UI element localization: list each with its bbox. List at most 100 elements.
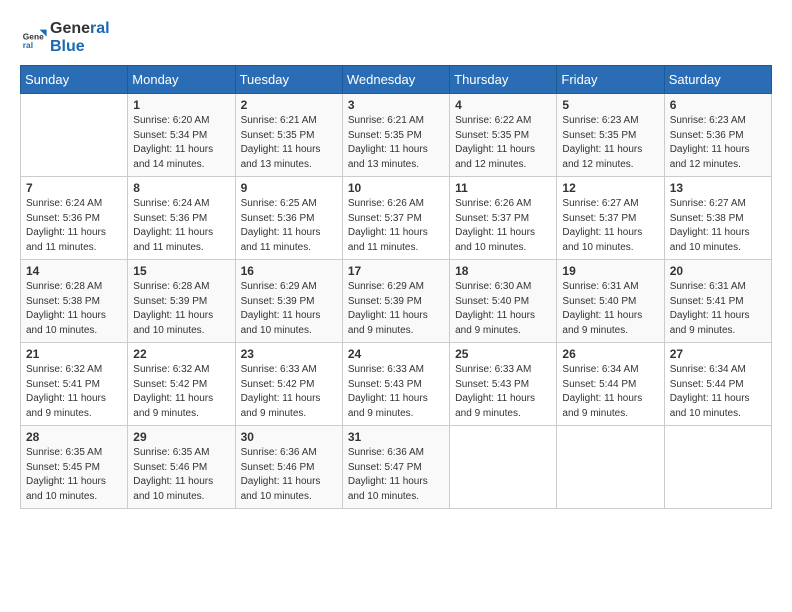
day-header-tuesday: Tuesday (235, 66, 342, 94)
sunset-text: Sunset: 5:35 PM (562, 130, 636, 141)
daylight-text: Daylight: 11 hours and 9 minutes. (241, 393, 321, 419)
day-info: Sunrise: 6:35 AM Sunset: 5:46 PM Dayligh… (133, 446, 229, 504)
sunset-text: Sunset: 5:39 PM (133, 296, 207, 307)
day-number: 11 (455, 181, 551, 195)
calendar-cell: 14 Sunrise: 6:28 AM Sunset: 5:38 PM Dayl… (21, 260, 128, 343)
calendar-cell: 25 Sunrise: 6:33 AM Sunset: 5:43 PM Dayl… (450, 343, 557, 426)
calendar-cell: 17 Sunrise: 6:29 AM Sunset: 5:39 PM Dayl… (342, 260, 449, 343)
day-info: Sunrise: 6:21 AM Sunset: 5:35 PM Dayligh… (241, 114, 337, 172)
sunrise-text: Sunrise: 6:21 AM (348, 115, 424, 126)
sunrise-text: Sunrise: 6:23 AM (562, 115, 638, 126)
day-header-thursday: Thursday (450, 66, 557, 94)
day-number: 4 (455, 98, 551, 112)
daylight-text: Daylight: 11 hours and 9 minutes. (133, 393, 213, 419)
sunrise-text: Sunrise: 6:32 AM (133, 364, 209, 375)
logo-icon: Gene ral (20, 24, 48, 52)
day-number: 24 (348, 347, 444, 361)
sunset-text: Sunset: 5:42 PM (241, 379, 315, 390)
day-info: Sunrise: 6:35 AM Sunset: 5:45 PM Dayligh… (26, 446, 122, 504)
calendar-cell: 6 Sunrise: 6:23 AM Sunset: 5:36 PM Dayli… (664, 94, 771, 177)
sunset-text: Sunset: 5:46 PM (133, 462, 207, 473)
calendar-cell: 20 Sunrise: 6:31 AM Sunset: 5:41 PM Dayl… (664, 260, 771, 343)
sunrise-text: Sunrise: 6:34 AM (562, 364, 638, 375)
daylight-text: Daylight: 11 hours and 11 minutes. (241, 227, 321, 253)
daylight-text: Daylight: 11 hours and 11 minutes. (26, 227, 106, 253)
day-number: 15 (133, 264, 229, 278)
day-number: 30 (241, 430, 337, 444)
daylight-text: Daylight: 11 hours and 12 minutes. (670, 144, 750, 170)
calendar-cell (450, 426, 557, 509)
calendar-cell: 1 Sunrise: 6:20 AM Sunset: 5:34 PM Dayli… (128, 94, 235, 177)
day-number: 10 (348, 181, 444, 195)
day-header-wednesday: Wednesday (342, 66, 449, 94)
sunrise-text: Sunrise: 6:22 AM (455, 115, 531, 126)
day-number: 2 (241, 98, 337, 112)
calendar-cell: 23 Sunrise: 6:33 AM Sunset: 5:42 PM Dayl… (235, 343, 342, 426)
daylight-text: Daylight: 11 hours and 9 minutes. (455, 310, 535, 336)
calendar-cell: 5 Sunrise: 6:23 AM Sunset: 5:35 PM Dayli… (557, 94, 664, 177)
sunrise-text: Sunrise: 6:29 AM (241, 281, 317, 292)
header: Gene ral General Blue (20, 20, 772, 55)
calendar-cell: 3 Sunrise: 6:21 AM Sunset: 5:35 PM Dayli… (342, 94, 449, 177)
sunset-text: Sunset: 5:37 PM (348, 213, 422, 224)
calendar-cell (664, 426, 771, 509)
day-info: Sunrise: 6:29 AM Sunset: 5:39 PM Dayligh… (348, 280, 444, 338)
calendar-cell: 16 Sunrise: 6:29 AM Sunset: 5:39 PM Dayl… (235, 260, 342, 343)
day-info: Sunrise: 6:25 AM Sunset: 5:36 PM Dayligh… (241, 197, 337, 255)
daylight-text: Daylight: 11 hours and 10 minutes. (455, 227, 535, 253)
day-info: Sunrise: 6:26 AM Sunset: 5:37 PM Dayligh… (348, 197, 444, 255)
sunset-text: Sunset: 5:36 PM (241, 213, 315, 224)
calendar-cell: 13 Sunrise: 6:27 AM Sunset: 5:38 PM Dayl… (664, 177, 771, 260)
week-row-3: 14 Sunrise: 6:28 AM Sunset: 5:38 PM Dayl… (21, 260, 772, 343)
day-info: Sunrise: 6:36 AM Sunset: 5:47 PM Dayligh… (348, 446, 444, 504)
sunrise-text: Sunrise: 6:36 AM (241, 447, 317, 458)
sunset-text: Sunset: 5:34 PM (133, 130, 207, 141)
sunset-text: Sunset: 5:44 PM (670, 379, 744, 390)
sunset-text: Sunset: 5:43 PM (348, 379, 422, 390)
day-info: Sunrise: 6:23 AM Sunset: 5:35 PM Dayligh… (562, 114, 658, 172)
day-info: Sunrise: 6:33 AM Sunset: 5:43 PM Dayligh… (348, 363, 444, 421)
daylight-text: Daylight: 11 hours and 9 minutes. (562, 310, 642, 336)
daylight-text: Daylight: 11 hours and 10 minutes. (670, 393, 750, 419)
sunset-text: Sunset: 5:35 PM (455, 130, 529, 141)
week-row-4: 21 Sunrise: 6:32 AM Sunset: 5:41 PM Dayl… (21, 343, 772, 426)
calendar-cell: 29 Sunrise: 6:35 AM Sunset: 5:46 PM Dayl… (128, 426, 235, 509)
sunrise-text: Sunrise: 6:23 AM (670, 115, 746, 126)
day-number: 29 (133, 430, 229, 444)
day-info: Sunrise: 6:23 AM Sunset: 5:36 PM Dayligh… (670, 114, 766, 172)
week-row-5: 28 Sunrise: 6:35 AM Sunset: 5:45 PM Dayl… (21, 426, 772, 509)
daylight-text: Daylight: 11 hours and 11 minutes. (133, 227, 213, 253)
sunrise-text: Sunrise: 6:24 AM (26, 198, 102, 209)
calendar-cell (557, 426, 664, 509)
daylight-text: Daylight: 11 hours and 10 minutes. (26, 476, 106, 502)
daylight-text: Daylight: 11 hours and 13 minutes. (241, 144, 321, 170)
day-info: Sunrise: 6:21 AM Sunset: 5:35 PM Dayligh… (348, 114, 444, 172)
sunrise-text: Sunrise: 6:21 AM (241, 115, 317, 126)
day-number: 18 (455, 264, 551, 278)
calendar-cell: 4 Sunrise: 6:22 AM Sunset: 5:35 PM Dayli… (450, 94, 557, 177)
sunset-text: Sunset: 5:38 PM (670, 213, 744, 224)
day-info: Sunrise: 6:24 AM Sunset: 5:36 PM Dayligh… (26, 197, 122, 255)
calendar-cell: 8 Sunrise: 6:24 AM Sunset: 5:36 PM Dayli… (128, 177, 235, 260)
sunset-text: Sunset: 5:39 PM (348, 296, 422, 307)
sunset-text: Sunset: 5:36 PM (133, 213, 207, 224)
daylight-text: Daylight: 11 hours and 9 minutes. (562, 393, 642, 419)
daylight-text: Daylight: 11 hours and 12 minutes. (562, 144, 642, 170)
daylight-text: Daylight: 11 hours and 10 minutes. (241, 310, 321, 336)
sunset-text: Sunset: 5:38 PM (26, 296, 100, 307)
sunset-text: Sunset: 5:35 PM (241, 130, 315, 141)
day-number: 3 (348, 98, 444, 112)
daylight-text: Daylight: 11 hours and 10 minutes. (348, 476, 428, 502)
day-number: 14 (26, 264, 122, 278)
day-number: 5 (562, 98, 658, 112)
calendar-cell: 12 Sunrise: 6:27 AM Sunset: 5:37 PM Dayl… (557, 177, 664, 260)
sunset-text: Sunset: 5:45 PM (26, 462, 100, 473)
day-number: 23 (241, 347, 337, 361)
daylight-text: Daylight: 11 hours and 10 minutes. (562, 227, 642, 253)
day-number: 20 (670, 264, 766, 278)
day-info: Sunrise: 6:22 AM Sunset: 5:35 PM Dayligh… (455, 114, 551, 172)
day-number: 1 (133, 98, 229, 112)
svg-text:ral: ral (23, 39, 33, 49)
day-header-friday: Friday (557, 66, 664, 94)
daylight-text: Daylight: 11 hours and 10 minutes. (133, 476, 213, 502)
